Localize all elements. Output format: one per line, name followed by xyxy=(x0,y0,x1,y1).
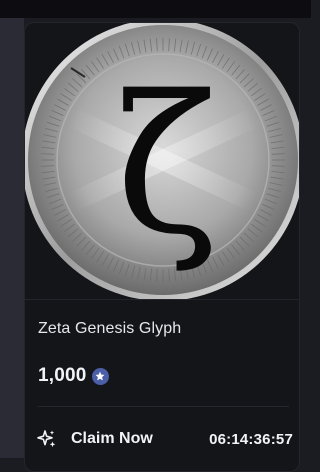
zeta-coin-image: ζ xyxy=(25,23,299,300)
nft-title: Zeta Genesis Glyph xyxy=(38,320,182,337)
zeta-glyph: ζ xyxy=(116,55,219,276)
star-icon xyxy=(91,367,109,385)
countdown-timer: 06:14:36:57 xyxy=(209,431,293,448)
nft-card[interactable]: ζ Zeta Genesis Glyph 1,000 Claim Now 06:… xyxy=(24,22,300,472)
claim-now-button[interactable]: Claim Now xyxy=(37,429,153,449)
divider xyxy=(25,299,299,300)
left-panel-strip xyxy=(0,18,24,458)
claim-row: Claim Now 06:14:36:57 xyxy=(37,429,293,451)
nft-media[interactable]: ζ xyxy=(25,23,299,300)
sparkle-icon xyxy=(37,429,57,449)
divider xyxy=(38,406,289,407)
top-bar xyxy=(0,0,311,18)
price-row: 1,000 xyxy=(38,365,109,387)
claim-now-label: Claim Now xyxy=(71,430,153,447)
price-amount: 1,000 xyxy=(38,365,87,386)
